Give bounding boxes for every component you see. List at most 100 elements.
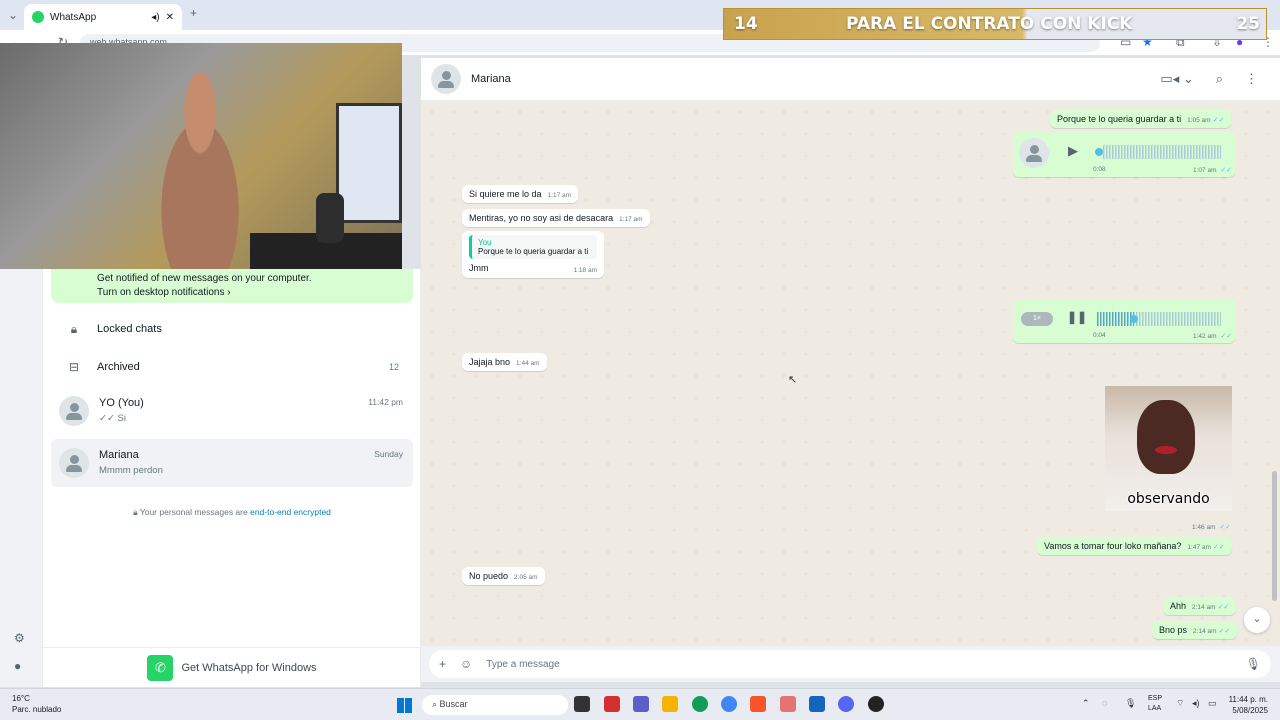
playback-speed-button[interactable]: 1× (1021, 312, 1053, 326)
microphone-icon[interactable]: 🎙︎ (1246, 657, 1261, 671)
sticker-image[interactable]: observando (1105, 386, 1232, 511)
read-ticks-icon: ✓✓ (1218, 628, 1231, 635)
encryption-link[interactable]: end-to-end encrypted (250, 507, 331, 517)
lock-small-icon: 🔒︎ (133, 507, 140, 517)
taskbar-search[interactable]: ⌕ Buscar (422, 695, 568, 715)
playback-dot[interactable] (1095, 148, 1103, 156)
message-time: 1:44 am (516, 360, 540, 367)
desktop-notification-banner[interactable]: Get notified of new messages on your com… (51, 269, 413, 303)
read-ticks-icon: ✓✓ (1220, 167, 1233, 174)
close-tab-icon[interactable]: ✕ (166, 12, 174, 23)
tray-expand-icon[interactable]: ⌃ (1082, 698, 1090, 709)
tray-app-icon[interactable]: ◌ (1102, 698, 1107, 708)
pause-icon[interactable]: ❚❚ (1067, 310, 1087, 324)
chat-wallpaper (421, 101, 1280, 646)
message-composer: + ☺ Type a message 🎙︎ (421, 646, 1280, 682)
message-out: Ahh 2:14 am ✓✓ (1163, 597, 1237, 615)
message-in-reply: You Porque te lo queria guardar a ti Jmm… (462, 231, 604, 278)
message-time: 2:05 am (514, 574, 538, 581)
battery-icon[interactable]: ▭ (1208, 698, 1217, 709)
tray-mic-icon[interactable]: 🎙︎ (1125, 698, 1136, 709)
file-explorer-icon[interactable] (662, 696, 678, 712)
locked-chats-row[interactable]: 🔒︎ Locked chats (51, 311, 413, 347)
contact-avatar[interactable] (431, 64, 461, 94)
task-view-icon[interactable] (574, 696, 590, 712)
message-area: Porque te lo queria guardar a ti 1:05 am ✓… (421, 101, 1280, 646)
stream-goal-banner: 14 PARA EL CONTRATO CON KICK 25 (723, 8, 1267, 40)
message-time: 1:05 am (1187, 117, 1211, 124)
contact-name[interactable]: Mariana (471, 73, 1160, 85)
message-text: Porque te lo queria guardar a ti (1057, 114, 1182, 124)
search-icon: ⌕ (432, 699, 440, 709)
volume-icon[interactable]: ◂) (1192, 698, 1200, 709)
message-in: Jajaja bno 1:44 am (462, 353, 547, 371)
clock[interactable]: 11:44 p. m. 5/08/2025 (1229, 694, 1268, 716)
sticker-caption: observando (1127, 491, 1210, 507)
attach-plus-icon[interactable]: + (439, 657, 446, 671)
avatar (1019, 138, 1049, 168)
message-text: Vamos a tomar four loko mañana? (1044, 541, 1182, 551)
app-icon-pink[interactable] (780, 696, 796, 712)
store-icon[interactable] (809, 696, 825, 712)
weather-condition: Parc. nublado (12, 705, 62, 714)
tab-list-icon[interactable]: ⌄ (8, 8, 18, 22)
message-out: Bno ps 2:14 am ✓✓ (1152, 621, 1238, 639)
chat-item-mariana[interactable]: Mariana Mmmm perdon Sunday (51, 439, 413, 487)
waveform-played (1097, 312, 1135, 326)
quote-text: Porque te lo queria guardar a ti (478, 247, 589, 256)
discord-icon[interactable] (838, 696, 854, 712)
message-text: Bno ps (1159, 625, 1188, 635)
sticker-face (1137, 400, 1195, 474)
webcam-streamer (140, 73, 260, 269)
play-icon[interactable]: ▶ (1068, 143, 1078, 159)
scroll-down-button[interactable]: ⌄ (1244, 607, 1270, 633)
read-ticks-icon: ✓✓ (1212, 544, 1225, 551)
get-whatsapp-windows-banner[interactable]: ✆ Get WhatsApp for Windows (43, 647, 421, 687)
search-icon[interactable]: ⌕ (1216, 71, 1223, 87)
webcam-monitor (336, 103, 402, 223)
teams-icon[interactable] (633, 696, 649, 712)
weather-widget[interactable]: 16°C Parc. nublado (12, 693, 61, 715)
edge-icon[interactable] (692, 696, 708, 712)
waveform[interactable] (1097, 312, 1221, 326)
message-in: Mentiras, yo no soy asi de desacara 1:17 … (462, 209, 650, 227)
message-input[interactable]: Type a message (486, 659, 1231, 670)
language-indicator[interactable]: ESP LAA (1148, 694, 1162, 714)
wifi-icon[interactable]: ⌔ (1176, 698, 1184, 709)
read-ticks-icon: ✓✓ (1217, 604, 1230, 611)
conversation-header[interactable]: Mariana ▭◂ ⌄ ⌕ ⋮ (421, 58, 1280, 101)
menu-icon[interactable]: ⋮ (1245, 71, 1258, 87)
new-tab-icon[interactable]: + (190, 6, 197, 20)
sticker-lips (1155, 446, 1177, 454)
message-time: 1:18 am (573, 267, 598, 274)
chat-scrollbar[interactable] (1272, 471, 1277, 601)
tab-title: WhatsApp (50, 11, 97, 23)
profile-icon[interactable]: ● (14, 659, 21, 673)
turn-on-notifications-link[interactable]: Turn on desktop notifications › (97, 286, 413, 300)
video-call-icon[interactable]: ▭◂ ⌄ (1160, 71, 1193, 87)
message-time: 1:46 am ✓✓ (1192, 524, 1232, 531)
goal-text: PARA EL CONTRATO CON KICK (846, 14, 1133, 34)
windows-start-icon[interactable] (397, 698, 412, 713)
chat-time: Sunday (374, 449, 403, 459)
encryption-text: Your personal messages are (139, 507, 251, 517)
speaker-icon[interactable]: ◂) (151, 12, 159, 23)
browser-tab-whatsapp[interactable]: WhatsApp ◂) ✕ (24, 4, 182, 30)
obs-icon[interactable] (868, 696, 884, 712)
quoted-message[interactable]: You Porque te lo queria guardar a ti (469, 235, 597, 259)
chrome-icon[interactable] (721, 696, 737, 712)
brave-icon[interactable] (750, 696, 766, 712)
quote-author: You (478, 238, 492, 247)
locked-chats-label: Locked chats (97, 323, 162, 335)
composer-box[interactable]: + ☺ Type a message 🎙︎ (429, 650, 1271, 678)
keyboard-layout: LAA (1148, 705, 1162, 712)
waveform[interactable] (1103, 145, 1221, 159)
emoji-icon[interactable]: ☺ (460, 657, 472, 671)
read-ticks-icon: ✓✓ (1219, 524, 1232, 531)
archived-row[interactable]: ⊟ Archived 12 (51, 349, 413, 385)
app-icon-red[interactable] (604, 696, 620, 712)
message-text: Mentiras, yo no soy asi de desacara (469, 213, 614, 223)
message-text: Jajaja bno (469, 357, 511, 367)
chat-item-yo[interactable]: YO (You) ✓✓ Si 11:42 pm (51, 387, 413, 435)
settings-icon[interactable]: ⚙ (14, 631, 25, 645)
